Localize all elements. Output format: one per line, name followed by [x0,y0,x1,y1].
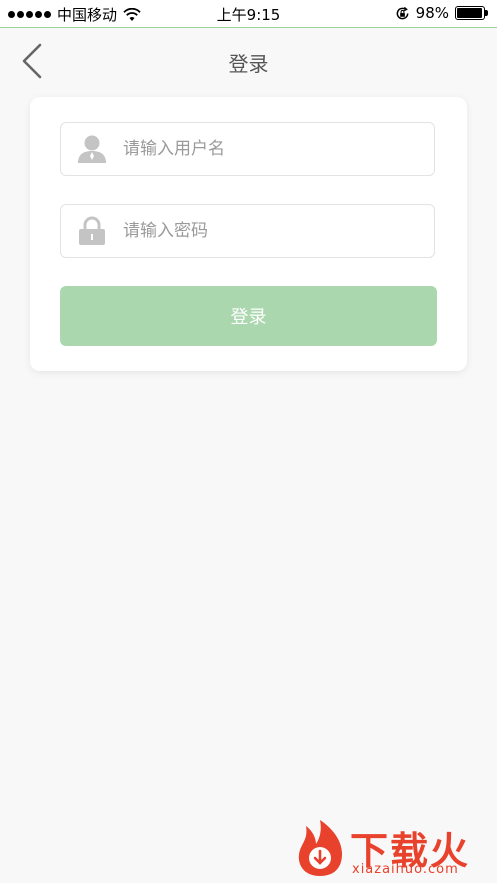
battery-percent: 98% [415,4,449,22]
rotation-lock-icon [396,6,409,19]
nav-bar: 登录 [0,29,497,93]
page-title: 登录 [228,52,269,76]
login-card: 登录 [30,97,467,371]
login-button[interactable]: 登录 [60,286,437,346]
flame-logo-icon [298,820,342,876]
lock-icon [79,216,105,245]
username-input[interactable] [123,129,434,169]
password-field [60,204,435,258]
watermark: 下载火 xiazaihuo.com [292,818,492,880]
battery-icon [455,6,489,20]
password-input[interactable] [123,211,434,251]
username-field [60,122,435,176]
status-bar: 中国移动 上午9:15 98% [0,0,497,28]
watermark-url: xiazaihuo.com [352,862,459,877]
user-icon [78,135,106,163]
status-right: 98% [395,4,489,22]
